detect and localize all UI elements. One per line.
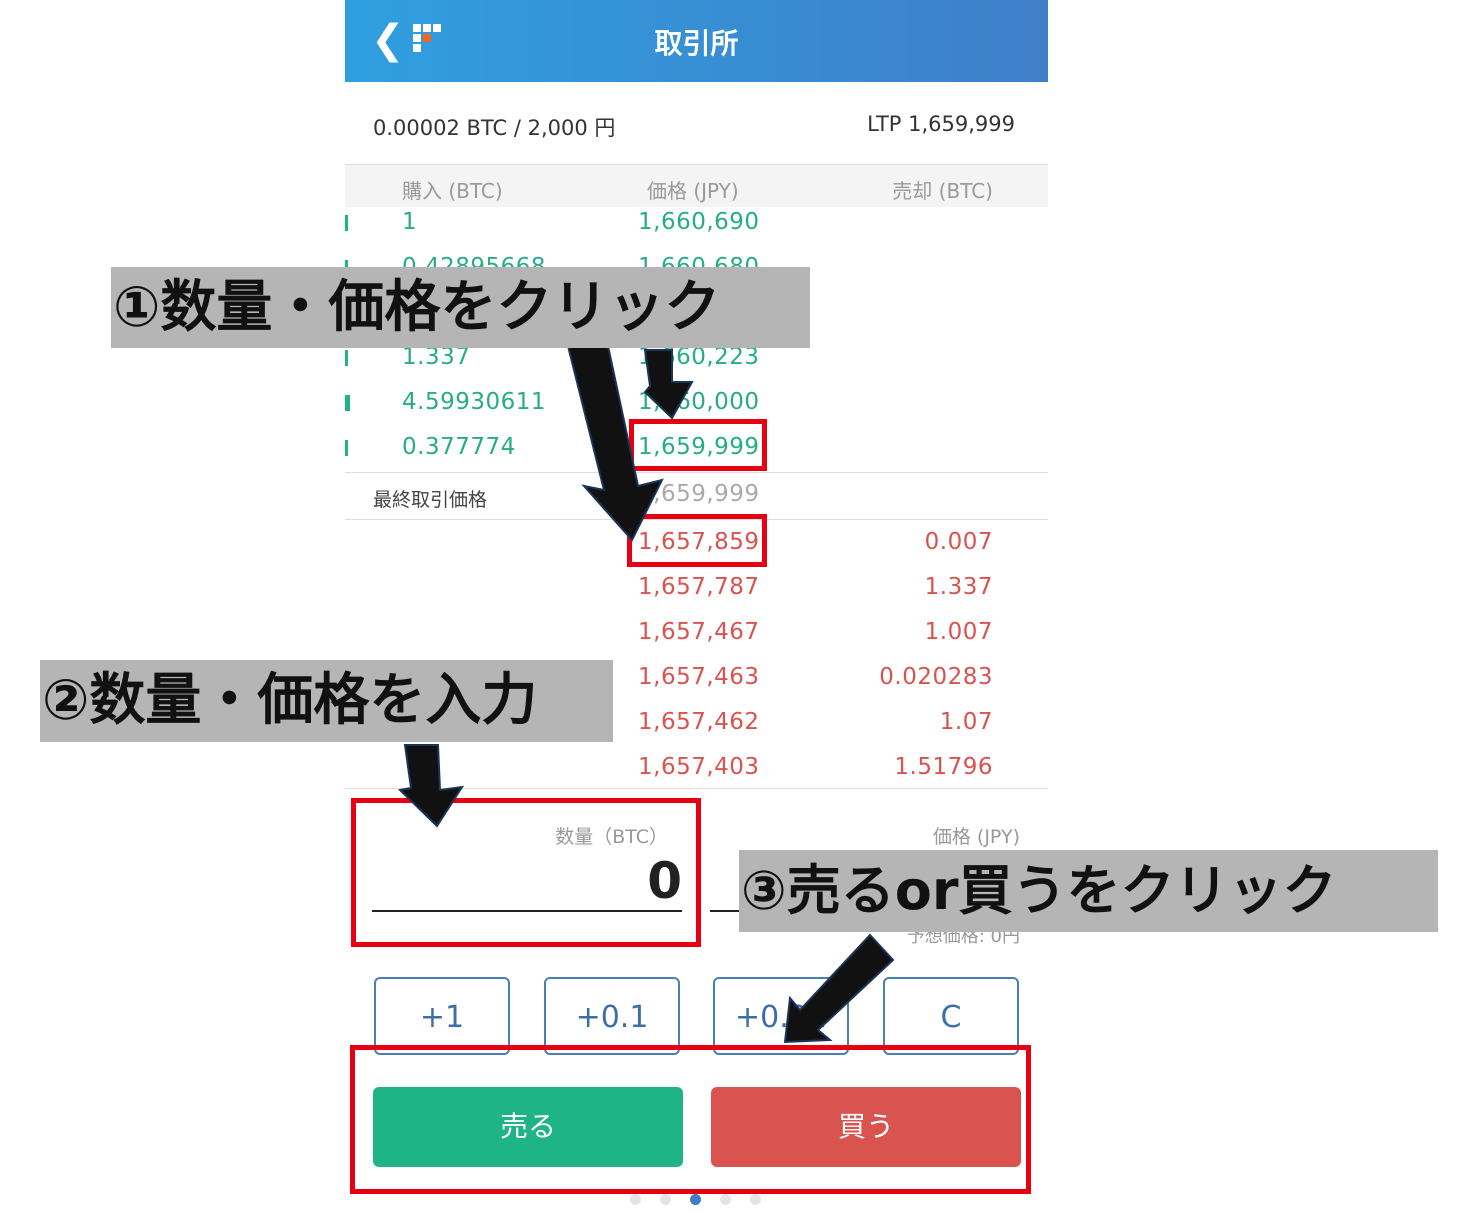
sell-volume[interactable]: 1.51796 xyxy=(894,754,993,780)
order-summary: 0.00002 BTC / 2,000 円 LTP 1,659,999 xyxy=(345,108,1048,142)
sell-order-row[interactable]: 1,657,787 1.337 xyxy=(345,566,1048,611)
highlight-ask-price xyxy=(627,514,767,567)
increment-0.01-button[interactable]: +0.01 xyxy=(713,977,849,1055)
highlight-action-buttons xyxy=(350,1045,1031,1194)
highlight-bid-price xyxy=(629,419,767,471)
order-size-text: 0.00002 BTC / 2,000 円 xyxy=(373,116,616,140)
page-dot[interactable] xyxy=(750,1194,761,1205)
depth-bar xyxy=(345,215,348,231)
step1-callout: ①数量・価格をクリック xyxy=(111,267,810,348)
depth-bar xyxy=(345,350,348,366)
page-dot[interactable] xyxy=(720,1194,731,1205)
divider xyxy=(345,788,1048,789)
depth-bar xyxy=(345,395,350,411)
sell-order-row[interactable]: 1,657,467 1.007 xyxy=(345,611,1048,656)
col-buy: 購入 (BTC) xyxy=(402,179,503,203)
price-label: 価格 (JPY) xyxy=(932,826,1020,848)
buy-volume[interactable]: 1 xyxy=(402,209,417,235)
page-dot-active[interactable] xyxy=(690,1194,701,1205)
ltp-text: LTP 1,659,999 xyxy=(867,112,1015,136)
depth-bar xyxy=(345,440,348,456)
increment-1-button[interactable]: +1 xyxy=(374,977,510,1055)
sell-price[interactable]: 1,657,462 xyxy=(638,709,760,735)
last-trade-price: 1,659,999 xyxy=(638,481,760,507)
page-dot[interactable] xyxy=(630,1194,641,1205)
page-title: 取引所 xyxy=(654,27,739,60)
page-dot[interactable] xyxy=(660,1194,671,1205)
sell-price[interactable]: 1,657,403 xyxy=(638,754,760,780)
col-price: 価格 (JPY) xyxy=(647,179,739,203)
sell-order-row[interactable]: 1,657,403 1.51796 xyxy=(345,746,1048,791)
col-sell: 売却 (BTC) xyxy=(892,179,993,203)
sell-price[interactable]: 1,657,787 xyxy=(638,574,760,600)
sell-volume[interactable]: 1.007 xyxy=(925,619,993,645)
buy-volume[interactable]: 0.377774 xyxy=(402,434,516,460)
sell-volume[interactable]: 1.337 xyxy=(925,574,993,600)
last-trade-row: 最終取引価格 1,659,999 xyxy=(345,472,1048,520)
highlight-quantity-field xyxy=(351,798,701,947)
buy-volume[interactable]: 4.59930611 xyxy=(402,389,546,415)
sell-price[interactable]: 1,657,463 xyxy=(638,664,760,690)
step3-callout: ③売るor買うをクリック xyxy=(739,850,1438,932)
sell-price[interactable]: 1,657,467 xyxy=(638,619,760,645)
buy-order-row[interactable]: 1 1,660,690 xyxy=(345,201,1048,246)
buy-price[interactable]: 1,660,000 xyxy=(638,389,760,415)
increment-0.1-button[interactable]: +0.1 xyxy=(544,977,680,1055)
last-trade-label: 最終取引価格 xyxy=(373,489,488,511)
sell-volume[interactable]: 0.007 xyxy=(925,529,993,555)
sell-volume[interactable]: 0.020283 xyxy=(879,664,993,690)
sell-volume[interactable]: 1.07 xyxy=(940,709,993,735)
exchange-screen: ❮ 取引所 0.00002 BTC / 2,000 円 LTP 1,659,99… xyxy=(345,0,1048,1213)
buy-price[interactable]: 1,660,690 xyxy=(638,209,760,235)
app-header: ❮ 取引所 xyxy=(345,0,1048,82)
step2-callout: ②数量・価格を入力 xyxy=(40,660,613,742)
clear-button[interactable]: C xyxy=(883,977,1019,1055)
